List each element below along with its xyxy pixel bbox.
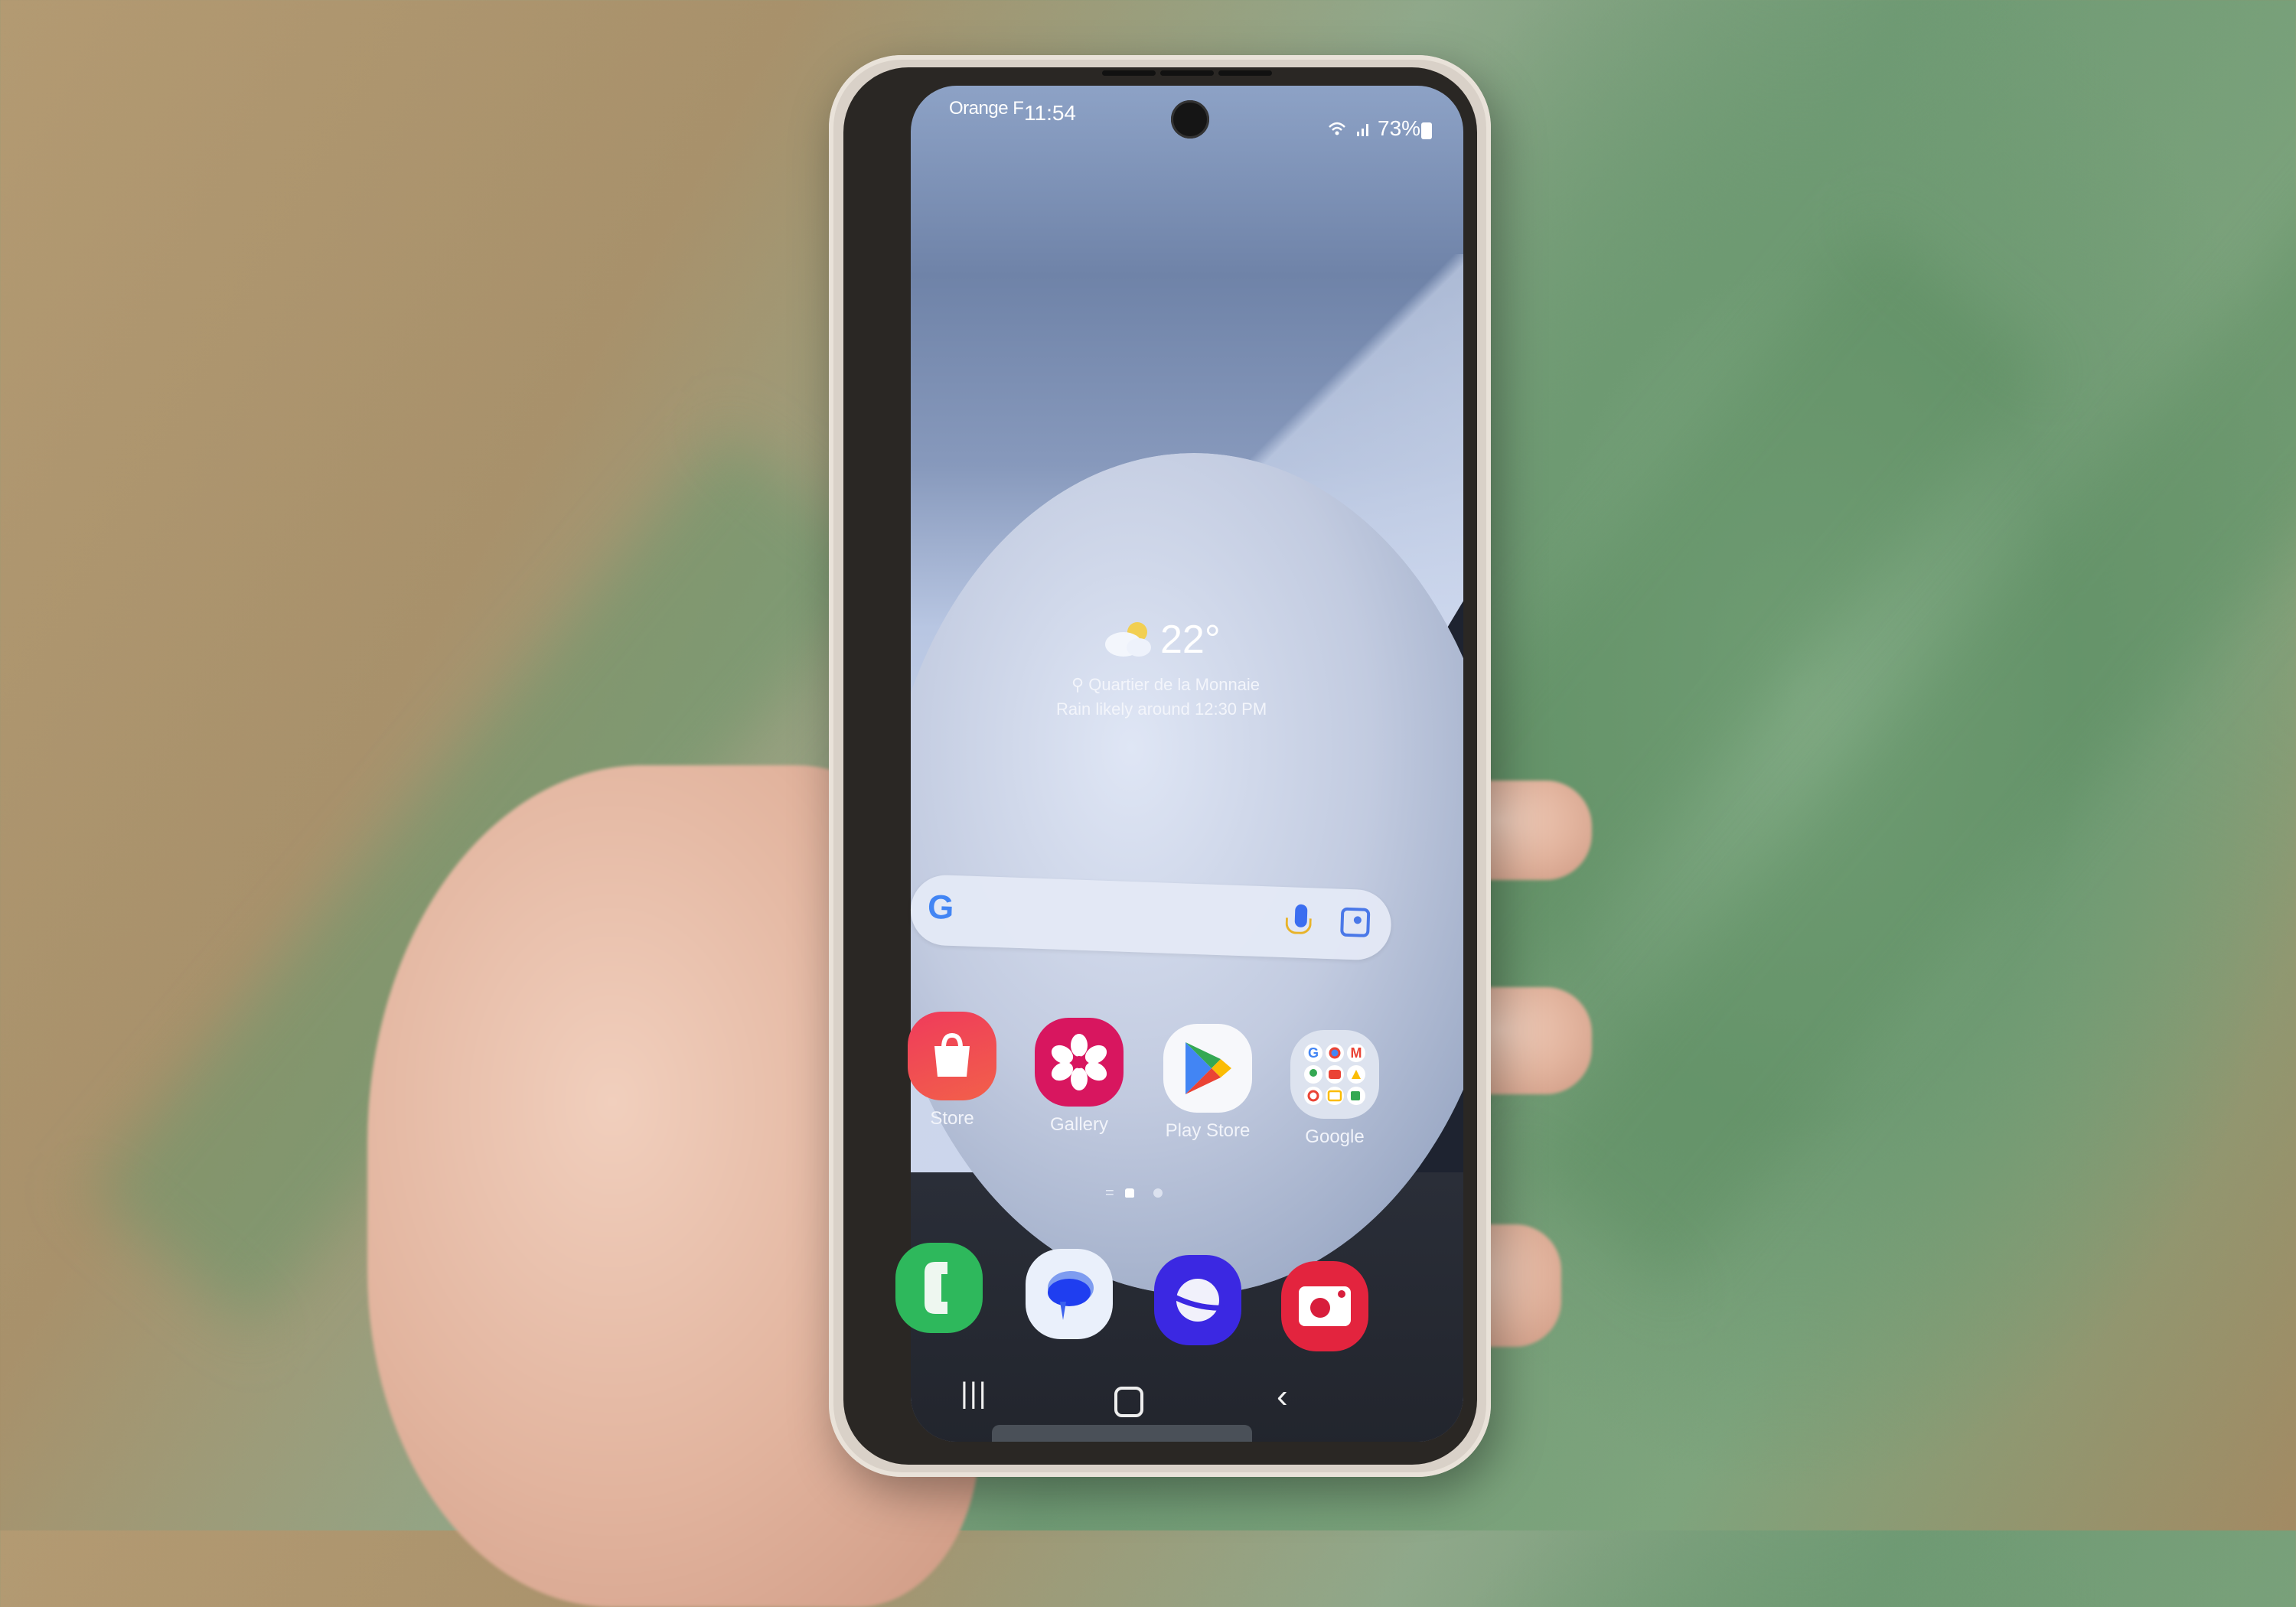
earpiece-speaker <box>1102 70 1156 76</box>
carrier-name: Orange F <box>949 98 1024 119</box>
planet-icon <box>1154 1255 1241 1345</box>
camera-icon <box>1281 1261 1368 1351</box>
weather-forecast[interactable]: Rain likely around 12:30 PM <box>1056 699 1267 719</box>
hinge-crease <box>992 1425 1252 1442</box>
dock-internet[interactable] <box>1154 1255 1241 1345</box>
battery-icon <box>1421 122 1432 139</box>
front-camera <box>1171 100 1209 139</box>
play-triangle-icon <box>1163 1024 1252 1113</box>
recents-button[interactable]: ||| <box>960 1377 988 1410</box>
location-pin-icon: ⚲ <box>1071 675 1084 694</box>
page-indicator[interactable]: = <box>1105 1185 1170 1202</box>
app-label-gallery: Gallery <box>1049 1114 1109 1135</box>
home-button[interactable] <box>1114 1387 1143 1417</box>
microphone-stand <box>1285 918 1312 935</box>
back-button[interactable]: ‹ <box>1277 1377 1288 1416</box>
clock: 11:54 <box>1024 101 1076 125</box>
folder-icon: G M <box>1290 1030 1379 1119</box>
flower-icon <box>1035 1018 1124 1107</box>
phone-handset-icon <box>895 1243 983 1333</box>
earpiece-speaker <box>1160 70 1214 76</box>
google-logo-icon: G <box>927 888 955 927</box>
shopping-bag-icon <box>908 1012 996 1100</box>
dock-messages[interactable] <box>1026 1249 1113 1339</box>
app-label-play-store: Play Store <box>1165 1120 1251 1141</box>
dock-camera[interactable] <box>1281 1261 1368 1351</box>
app-folder-google[interactable]: G M <box>1290 1030 1379 1119</box>
app-store[interactable] <box>908 1012 996 1100</box>
home-screen <box>911 86 1463 1442</box>
weather-location[interactable]: ⚲ Quartier de la Monnaie <box>1071 675 1260 695</box>
wallpaper-circle <box>911 453 1463 1295</box>
page-indicator-extra[interactable]: = <box>1105 1185 1114 1201</box>
chat-bubble-icon <box>1026 1249 1113 1339</box>
app-label-google: Google <box>1305 1126 1365 1147</box>
svg-text:M: M <box>1351 1045 1362 1061</box>
temperature[interactable]: 22° <box>1160 617 1221 663</box>
signal-bars-icon <box>1329 122 1368 136</box>
page-dot[interactable] <box>1153 1188 1163 1198</box>
partly-cloudy-icon[interactable] <box>1102 620 1156 658</box>
app-play-store[interactable] <box>1163 1024 1252 1113</box>
earpiece-speaker <box>1218 70 1272 76</box>
home-page-icon[interactable] <box>1125 1188 1135 1198</box>
battery-percent: 73% <box>1378 116 1421 140</box>
app-label-store: Store <box>930 1108 974 1129</box>
dock-phone[interactable] <box>895 1243 983 1333</box>
location-text: Quartier de la Monnaie <box>1088 675 1261 694</box>
svg-text:G: G <box>1308 1045 1319 1061</box>
wifi-icon <box>1328 119 1374 144</box>
app-gallery[interactable] <box>1035 1018 1124 1107</box>
